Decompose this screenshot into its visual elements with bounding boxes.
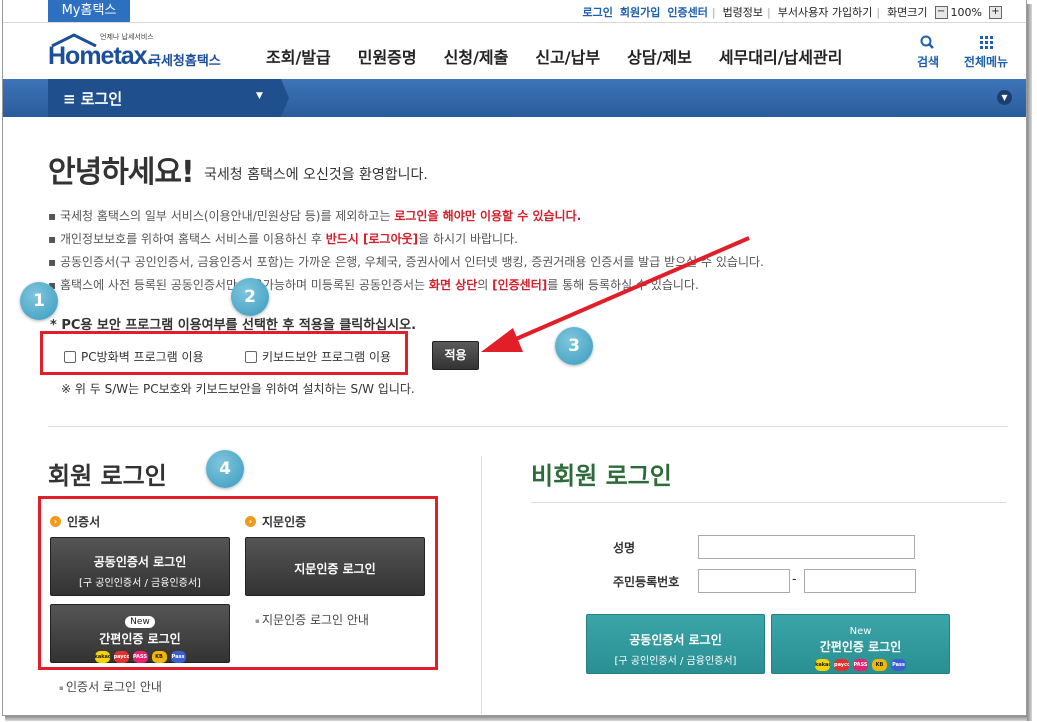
rrn-front-input[interactable] [698, 569, 790, 593]
checkbox-box[interactable] [64, 350, 76, 363]
kb-icon: KB [151, 651, 167, 663]
all-menu-button[interactable]: 전체메뉴 [961, 33, 1011, 70]
step-badge-2: 2 [231, 278, 269, 316]
arrow-right-icon: › [245, 516, 256, 527]
rrn-back-input[interactable] [804, 569, 916, 593]
grid-menu-icon [980, 36, 993, 49]
chevron-down-icon[interactable]: ▼ [997, 90, 1012, 105]
cert-subhead: › 인증서 [50, 513, 100, 530]
greeting-subtitle: 국세청 홈택스에 오신것을 환영합니다. [204, 167, 428, 183]
browser-frame: My홈택스 로그인 회원가입 인증센터 | 법령정보 | 부서사용자 가입하기 … [2, 0, 1027, 716]
hometax-logo[interactable]: 언제나 납세서비스 Hometax. 국세청홈택스 [48, 31, 238, 73]
search-button[interactable]: 검색 [917, 33, 939, 70]
separator: | [767, 5, 771, 19]
guest-simple-login-button[interactable]: New 간편인증 로그인 kakao payco PASS KB Pass [771, 614, 950, 674]
section-divider [48, 426, 1008, 427]
pass-blue-icon: Pass [891, 659, 906, 671]
new-badge: New [849, 626, 872, 637]
pass-icon: PASS [853, 659, 868, 671]
simple-auth-providers: kakao payco PASS KB Pass [51, 651, 229, 663]
location-title: ≡ 로그인 [63, 90, 123, 108]
payco-icon: payco [113, 651, 129, 663]
firewall-label: PC방화벽 프로그램 이용 [81, 350, 204, 364]
step-badge-4: 4 [206, 450, 244, 488]
all-menu-label: 전체메뉴 [963, 55, 1009, 69]
rrn-label: 주민등록번호 [613, 575, 680, 589]
nav-application[interactable]: 신청/제출 [444, 44, 509, 68]
pass-icon: PASS [132, 651, 148, 663]
nav-tax-agent[interactable]: 세무대리/납세관리 [719, 44, 843, 68]
cert-center-link[interactable]: 인증센터 [667, 4, 707, 20]
zoom-in-button[interactable]: + [989, 5, 1002, 19]
kakao-icon: kakao [94, 651, 110, 663]
fingerprint-guide-link[interactable]: 지문인증 로그인 안내 [255, 611, 369, 628]
kb-icon: KB [872, 659, 887, 671]
pass-blue-icon: Pass [170, 651, 186, 663]
screen-size-label: 화면크기 [887, 6, 928, 19]
cert-guide-link[interactable]: 인증서 로그인 안내 [59, 678, 162, 695]
utility-links: 로그인 회원가입 인증센터 | 법령정보 | 부서사용자 가입하기 | 화면크기… [576, 4, 1002, 20]
site-header: 언제나 납세서비스 Hometax. 국세청홈택스 조회/발급 민원증명 신청/… [3, 23, 1026, 79]
member-fingerprint-login-button[interactable]: 지문인증 로그인 [245, 537, 425, 596]
keyboard-security-label: 키보드보안 프로그램 이용 [262, 350, 392, 364]
step-badge-3: 3 [555, 327, 593, 365]
keyboard-security-checkbox[interactable]: 키보드보안 프로그램 이용 [245, 348, 391, 365]
search-label: 검색 [917, 55, 940, 69]
logo-tagline: 언제나 납세서비스 [100, 33, 154, 41]
notice-item: ▪ 국세청 홈택스의 일부 서비스(이용안내/민원상담 등)를 제외하고는 로그… [48, 209, 582, 223]
main-nav: 조회/발급 민원증명 신청/제출 신고/납부 상담/제보 세무대리/납세관리 [266, 44, 869, 68]
logo-korean: 국세청홈택스 [149, 54, 221, 69]
location-bar: ≡ 로그인 ▼ ▼ [3, 79, 1026, 117]
separator: | [876, 5, 881, 19]
annotation-arrow-icon [481, 236, 750, 352]
guest-title-underline [531, 502, 1006, 503]
name-input[interactable] [698, 535, 915, 559]
nav-certificate[interactable]: 민원증명 [358, 44, 417, 68]
member-simple-login-button[interactable]: New 간편인증 로그인 kakao payco PASS KB Pass [50, 604, 230, 663]
dept-user-join-link[interactable]: 부서사용자 가입하기 [778, 4, 873, 20]
firewall-checkbox[interactable]: PC방화벽 프로그램 이용 [64, 348, 204, 365]
nav-inquiry[interactable]: 조회/발급 [266, 44, 331, 68]
frame-shadow [1027, 4, 1032, 721]
nav-consult[interactable]: 상담/제보 [627, 44, 692, 68]
member-cert-login-button[interactable]: 공동인증서 로그인 [구 공인인증서 / 금융인증서] [50, 537, 230, 596]
security-note: ※ 위 두 S/W는 PC보호와 키보드보안을 위하여 설치하는 S/W 입니다… [61, 382, 415, 396]
login-link[interactable]: 로그인 [583, 4, 613, 20]
search-icon [920, 35, 934, 49]
arrow-right-icon: › [50, 516, 61, 527]
caret-down-icon: ▼ [256, 91, 263, 101]
member-login-title: 회원 로그인 [48, 462, 167, 490]
zoom-out-button[interactable]: − [934, 5, 948, 19]
fingerprint-subhead: › 지문인증 [245, 513, 306, 530]
rrn-dash: - [792, 572, 797, 587]
law-info-link[interactable]: 법령정보 [723, 4, 763, 20]
my-hometax-tab[interactable]: My홈택스 [48, 0, 130, 22]
apply-button[interactable]: 적용 [432, 341, 479, 370]
frame-shadow [5, 716, 1030, 721]
logo-wordmark: Hometax. [48, 42, 154, 70]
payco-icon: payco [834, 659, 849, 671]
step-badge-1: 1 [20, 282, 58, 320]
greeting-title: 안녕하세요! [48, 155, 195, 190]
location-arrow [281, 79, 289, 117]
new-badge: New [125, 616, 155, 628]
zoom-value: 100% [950, 5, 982, 19]
guest-login-title: 비회원 로그인 [531, 462, 672, 490]
guest-cert-login-button[interactable]: 공동인증서 로그인 [구 공인인증서 / 금융인증서] [586, 614, 765, 674]
column-divider [481, 456, 482, 714]
utility-bar: My홈택스 로그인 회원가입 인증센터 | 법령정보 | 부서사용자 가입하기 … [3, 0, 1026, 23]
checkbox-box[interactable] [245, 350, 257, 363]
signup-link[interactable]: 회원가입 [620, 4, 660, 20]
simple-auth-providers: kakao payco PASS KB Pass [772, 659, 949, 671]
separator: | [711, 5, 716, 19]
kakao-icon: kakao [815, 659, 830, 671]
nav-filing[interactable]: 신고/납부 [535, 44, 600, 68]
name-label: 성명 [613, 541, 636, 555]
